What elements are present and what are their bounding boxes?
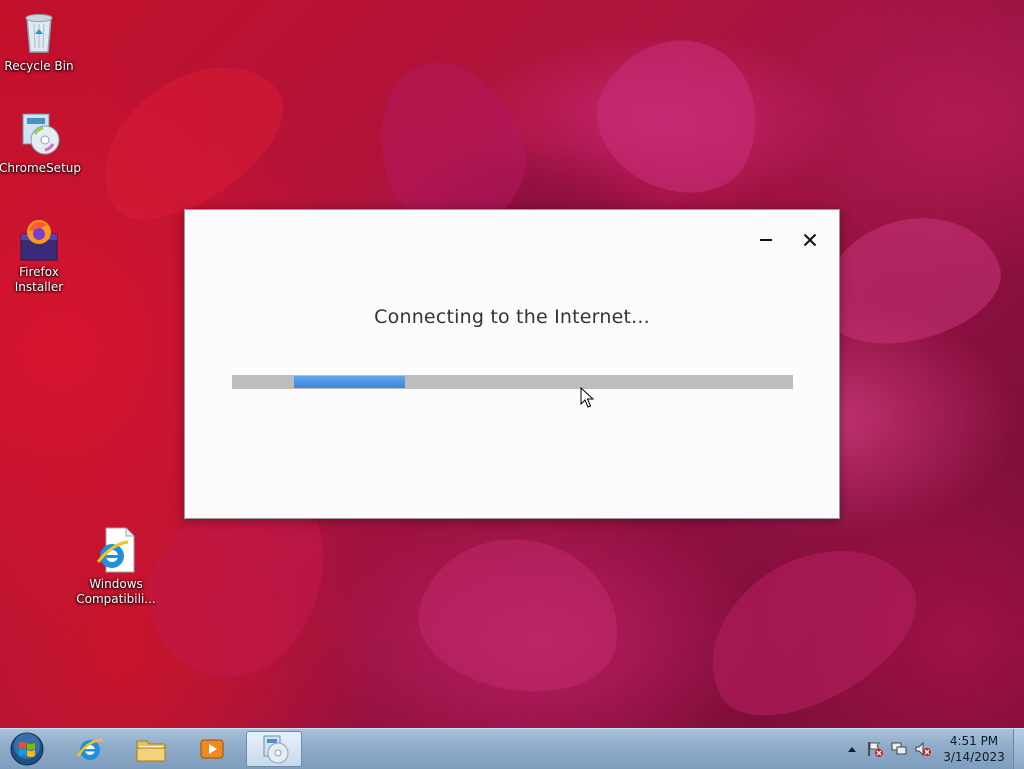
desktop-icon-recycle-bin[interactable]: Recycle Bin bbox=[0, 8, 79, 74]
action-center-flag-icon[interactable] bbox=[866, 740, 884, 758]
show-hidden-icons-arrow[interactable] bbox=[843, 740, 861, 758]
volume-muted-icon[interactable] bbox=[914, 740, 932, 758]
installer-dialog: Connecting to the Internet... bbox=[184, 209, 840, 519]
progress-indicator bbox=[294, 376, 405, 388]
recycle-bin-icon bbox=[15, 8, 63, 56]
close-button[interactable] bbox=[795, 226, 825, 254]
firefox-installer-icon bbox=[15, 214, 63, 262]
wallpaper-petal bbox=[408, 523, 632, 707]
desktop-icon-label: ChromeSetup bbox=[0, 161, 81, 175]
wallpaper-petal bbox=[575, 13, 785, 217]
internet-explorer-document-icon bbox=[92, 526, 140, 574]
wallpaper-petal bbox=[679, 514, 941, 728]
windows-start-orb bbox=[10, 732, 44, 766]
start-button[interactable] bbox=[4, 730, 50, 768]
taskbar-file-explorer[interactable] bbox=[123, 731, 179, 767]
taskbar-internet-explorer[interactable] bbox=[62, 731, 118, 767]
desktop-icon-label: Windows Compatibili... bbox=[76, 577, 156, 606]
network-icon[interactable] bbox=[890, 740, 908, 758]
taskbar-media-player[interactable] bbox=[184, 731, 240, 767]
clock-date: 3/14/2023 bbox=[943, 750, 1005, 764]
desktop-icon-label: Firefox Installer bbox=[14, 265, 64, 294]
taskbar: 4:51 PM 3/14/2023 bbox=[0, 728, 1024, 769]
minimize-icon bbox=[760, 239, 772, 241]
mouse-pointer-icon bbox=[580, 387, 594, 408]
installer-disc-icon bbox=[15, 110, 63, 158]
close-icon bbox=[803, 233, 817, 247]
internet-explorer-icon bbox=[76, 738, 104, 760]
media-player-icon bbox=[200, 739, 224, 759]
desktop-icon-windows-compatibility[interactable]: Windows Compatibili... bbox=[76, 526, 156, 607]
connection-status-text: Connecting to the Internet... bbox=[374, 306, 650, 328]
desktop-icon-label: Recycle Bin bbox=[4, 59, 74, 73]
folder-icon bbox=[136, 740, 166, 762]
progress-bar bbox=[232, 375, 793, 389]
desktop-icon-firefox-installer[interactable]: Firefox Installer bbox=[0, 214, 79, 295]
show-desktop-button[interactable] bbox=[1013, 729, 1024, 769]
taskbar-setup[interactable] bbox=[246, 731, 302, 767]
installer-disc-icon bbox=[263, 735, 289, 764]
system-clock[interactable]: 4:51 PM 3/14/2023 bbox=[940, 733, 1008, 765]
clock-time: 4:51 PM bbox=[949, 734, 999, 748]
minimize-button[interactable] bbox=[751, 226, 781, 254]
desktop-icon-chromesetup[interactable]: ChromeSetup bbox=[0, 110, 81, 176]
